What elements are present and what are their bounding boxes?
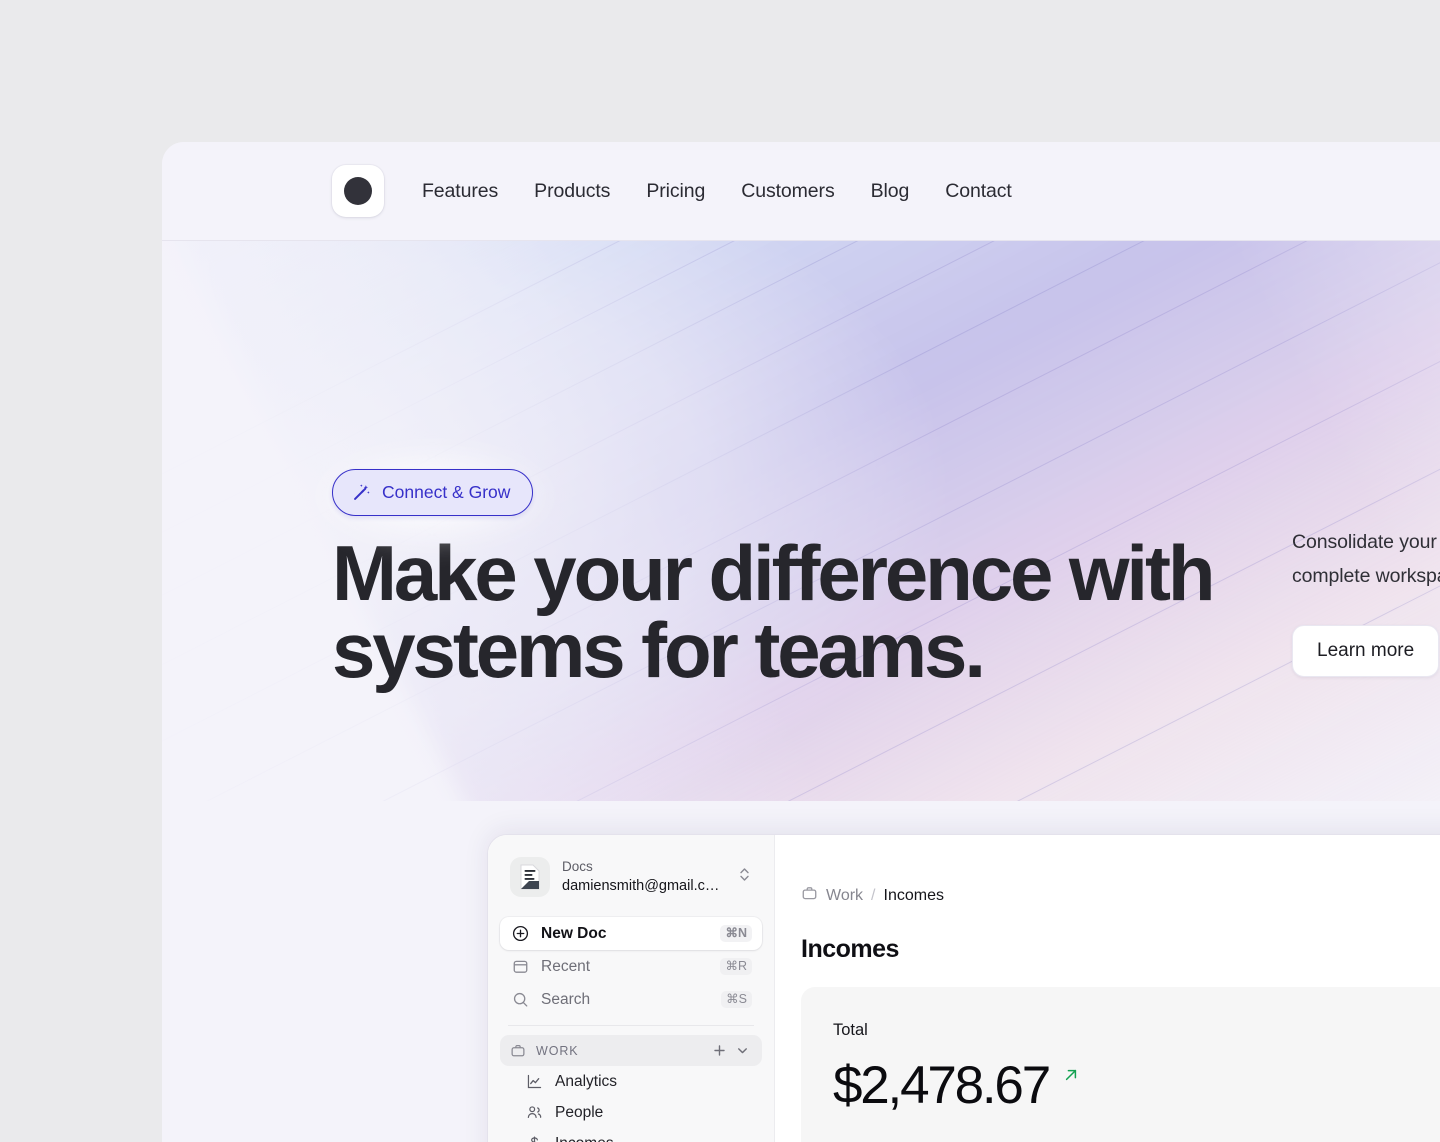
chevron-up-down-icon[interactable] [735, 862, 754, 892]
app-sidebar: Docs damiensmith@gmail.com [488, 835, 775, 1142]
breadcrumb-separator: / [871, 887, 875, 905]
hero-aside-paragraph: Consolidate your work in a centralised c… [1292, 526, 1440, 593]
nav-link-blog[interactable]: Blog [871, 180, 910, 203]
users-icon [524, 1104, 544, 1121]
sidebar-group-work[interactable]: WORK [500, 1035, 762, 1066]
app-preview-window: Docs damiensmith@gmail.com [487, 834, 1440, 1142]
total-amount-row: $2,478.67 [833, 1059, 1440, 1112]
hero-section: Connect & Grow Make your difference with… [162, 241, 1440, 801]
hero-badge-wrap: Connect & Grow [332, 469, 533, 516]
app-main-content: Work / Incomes Incomes Total $2,478.67 [775, 835, 1440, 1142]
hero-aside: Consolidate your work in a centralised c… [1292, 526, 1440, 677]
workspace-name: Docs [562, 858, 723, 876]
total-summary-card: Total $2,478.67 Income Tax [801, 987, 1440, 1142]
landing-page-shell: Features Products Pricing Customers Blog… [162, 142, 1440, 1142]
connect-and-grow-badge[interactable]: Connect & Grow [332, 469, 533, 516]
sidebar-item-label: Search [541, 991, 721, 1009]
plus-icon[interactable] [708, 1041, 731, 1060]
chevron-down-icon[interactable] [731, 1041, 754, 1060]
sidebar-item-label: Incomes [555, 1135, 614, 1142]
circle-logo-icon [344, 177, 372, 205]
search-icon [510, 991, 530, 1008]
document-icon [510, 857, 550, 897]
page-title: Make your difference with systems for te… [332, 535, 1232, 689]
brand-logo[interactable] [332, 165, 384, 217]
sidebar-item-label: Recent [541, 958, 720, 976]
sidebar-group-label: WORK [536, 1044, 708, 1058]
nav-link-customers[interactable]: Customers [741, 180, 834, 203]
workspace-email: damiensmith@gmail.com [562, 876, 723, 896]
nav-link-pricing[interactable]: Pricing [646, 180, 705, 203]
main-page-title: Incomes [801, 935, 1440, 964]
workspace-switcher[interactable]: Docs damiensmith@gmail.com [500, 851, 762, 903]
briefcase-icon [510, 1043, 526, 1059]
workspace-meta: Docs damiensmith@gmail.com [562, 858, 723, 897]
shortcut-badge: ⌘N [720, 925, 752, 942]
nav-link-features[interactable]: Features [422, 180, 498, 203]
nav-links: Features Products Pricing Customers Blog… [422, 180, 1012, 203]
sidebar-item-incomes[interactable]: Incomes [514, 1128, 762, 1142]
total-label: Total [833, 1021, 1440, 1040]
shortcut-badge: ⌘R [720, 958, 752, 975]
sidebar-item-analytics[interactable]: Analytics [514, 1066, 762, 1097]
dollar-icon [524, 1135, 544, 1142]
line-chart-icon [524, 1073, 544, 1090]
shortcut-badge: ⌘S [721, 991, 752, 1008]
sidebar-quick-menu: New Doc ⌘N Recent ⌘R [500, 917, 762, 1016]
sidebar-item-new-doc[interactable]: New Doc ⌘N [500, 917, 762, 950]
top-navigation-bar: Features Products Pricing Customers Blog… [162, 142, 1440, 241]
nav-link-products[interactable]: Products [534, 180, 610, 203]
sidebar-item-label: Analytics [555, 1073, 617, 1091]
calendar-icon [510, 958, 530, 975]
breadcrumb: Work / Incomes [801, 885, 1440, 907]
learn-more-button[interactable]: Learn more [1292, 625, 1439, 677]
nav-link-contact[interactable]: Contact [945, 180, 1012, 203]
sidebar-item-recent[interactable]: Recent ⌘R [500, 950, 762, 983]
sidebar-item-label: People [555, 1104, 603, 1122]
plus-circle-icon [510, 925, 530, 942]
arrow-up-right-icon [1061, 1065, 1081, 1090]
breadcrumb-current: Incomes [884, 887, 944, 905]
total-amount: $2,478.67 [833, 1059, 1049, 1112]
badge-label: Connect & Grow [382, 482, 510, 503]
sidebar-item-search[interactable]: Search ⌘S [500, 983, 762, 1016]
magic-wand-sparkle-icon [352, 483, 371, 502]
sidebar-item-people[interactable]: People [514, 1097, 762, 1128]
sidebar-item-label: New Doc [541, 925, 720, 943]
sidebar-divider [508, 1025, 754, 1026]
briefcase-icon [801, 885, 818, 907]
breadcrumb-parent[interactable]: Work [826, 887, 863, 905]
